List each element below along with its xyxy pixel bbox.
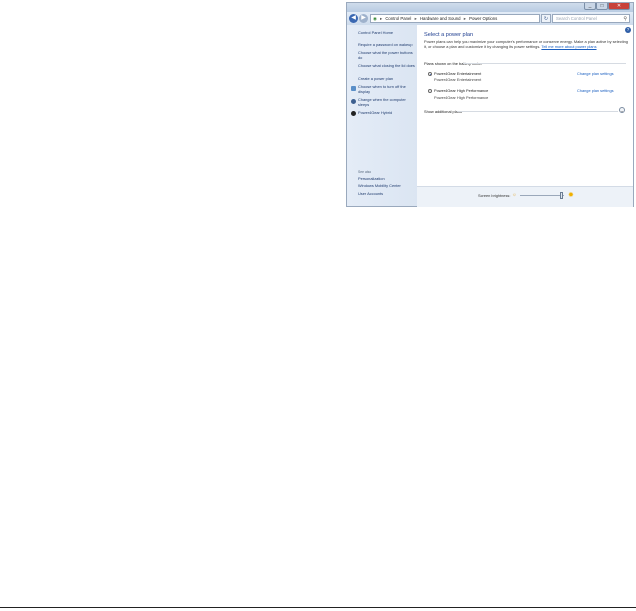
navigation-bar: ◀ ▶ ◉ ▸ Control Panel ▸ Hardware and Sou…: [347, 12, 633, 25]
title-bar: _ □ ✕: [347, 3, 633, 12]
breadcrumb-hardware-and-sound[interactable]: Hardware and Sound: [420, 16, 461, 21]
power4gear-icon: [351, 111, 356, 116]
maximize-button[interactable]: □: [596, 3, 608, 10]
chevron-right-icon: ▸: [414, 16, 417, 21]
page-description: Power plans can help you maximize your c…: [424, 39, 628, 49]
brightness-slider-thumb[interactable]: [560, 192, 563, 199]
chevron-down-icon[interactable]: ⌄: [619, 107, 625, 113]
brightness-bar: Screen brightness: ☼ ✹: [417, 186, 633, 207]
sidebar-link-mobility-center[interactable]: Windows Mobility Center: [358, 183, 416, 189]
sidebar-link-power-buttons[interactable]: Choose what the power buttons do: [358, 50, 416, 60]
minimize-button[interactable]: _: [584, 3, 596, 10]
chevron-right-icon: ▸: [379, 16, 383, 21]
sidebar-link-turn-off-display[interactable]: Choose when to turn off the display: [358, 84, 416, 94]
bright-sun-icon: ✹: [568, 192, 574, 199]
forward-button[interactable]: ▶: [359, 14, 368, 23]
plan-radio-entertainment[interactable]: [428, 72, 432, 76]
plan-name-high-performance[interactable]: Power4Gear High Performance: [434, 88, 488, 93]
plan-subtitle-high-performance: Power4Gear High Performance: [434, 95, 489, 100]
sidebar-link-computer-sleeps[interactable]: Change when the computer sleeps: [358, 97, 416, 107]
refresh-button[interactable]: ↻: [541, 14, 551, 23]
chevron-right-icon: ▸: [463, 16, 466, 21]
brightness-label: Screen brightness:: [478, 193, 511, 198]
see-also-title: See also: [358, 170, 372, 174]
plan-name-entertainment[interactable]: Power4Gear Entertainment: [434, 71, 481, 76]
display-icon: [351, 86, 356, 91]
breadcrumb-power-options[interactable]: Power Options: [469, 16, 497, 21]
plan-radio-high-performance[interactable]: [428, 89, 432, 93]
learn-more-link[interactable]: Tell me more about power plans: [541, 44, 596, 49]
moon-icon: [351, 99, 356, 104]
change-plan-settings-link-2[interactable]: Change plan settings: [577, 88, 614, 93]
power-options-window: _ □ ✕ ◀ ▶ ◉ ▸ Control Panel ▸ Hardware a…: [346, 2, 634, 207]
help-icon[interactable]: ?: [625, 27, 631, 33]
plan-subtitle-entertainment: Power4Gear Entertainment: [434, 77, 482, 82]
sidebar-link-create-plan[interactable]: Create a power plan: [358, 76, 416, 82]
search-icon: ⚲: [623, 16, 627, 22]
sidebar: Control Panel Home Require a password on…: [347, 25, 417, 206]
dim-sun-icon: ☼: [512, 192, 517, 198]
section-divider: [463, 63, 626, 64]
sidebar-link-power4gear-hybrid[interactable]: Power4Gear Hybrid: [358, 110, 416, 116]
change-plan-settings-link-1[interactable]: Change plan settings: [577, 71, 614, 76]
sidebar-link-require-password[interactable]: Require a password on wakeup: [358, 42, 416, 48]
close-button[interactable]: ✕: [608, 3, 630, 10]
page-footer-rule: [0, 607, 636, 608]
address-bar[interactable]: ◉ ▸ Control Panel ▸ Hardware and Sound ▸…: [370, 14, 540, 23]
show-more-divider: [457, 111, 618, 112]
main-content: ? Select a power plan Power plans can he…: [417, 25, 633, 206]
sidebar-link-control-panel-home[interactable]: Control Panel Home: [358, 30, 416, 36]
brightness-slider[interactable]: [520, 195, 564, 196]
control-panel-icon: ◉: [373, 16, 377, 21]
sidebar-link-closing-lid[interactable]: Choose what closing the lid does: [358, 63, 416, 69]
breadcrumb-control-panel[interactable]: Control Panel: [385, 16, 411, 21]
back-button[interactable]: ◀: [349, 14, 358, 23]
sidebar-link-personalization[interactable]: Personalization: [358, 176, 416, 182]
search-input[interactable]: Search Control Panel ⚲: [552, 14, 630, 23]
sidebar-link-user-accounts[interactable]: User Accounts: [358, 191, 416, 197]
page-title: Select a power plan: [424, 32, 474, 38]
